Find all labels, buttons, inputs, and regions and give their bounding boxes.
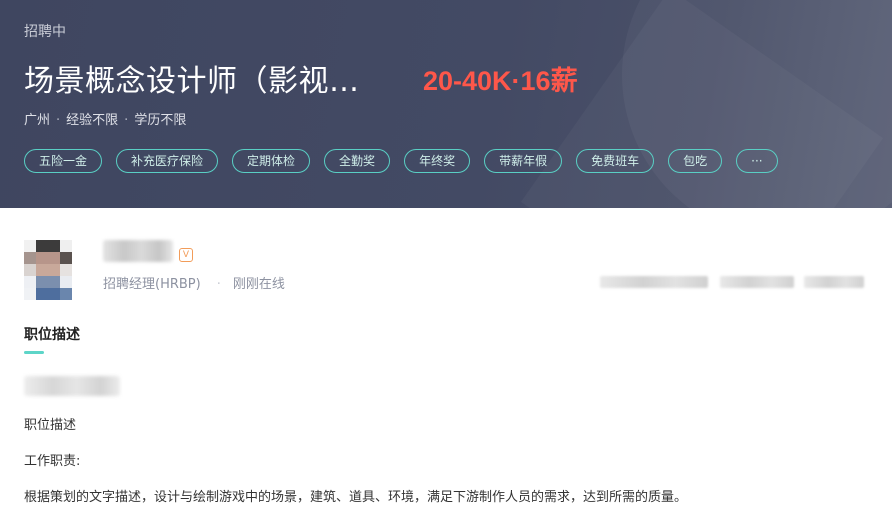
redacted-content	[24, 376, 120, 396]
duty-item: 根据策划的文字描述，设计与绘制游戏中的场景，建筑、道具、环境，满足下游制作人员的…	[24, 490, 688, 505]
description-label: 职位描述	[24, 418, 77, 433]
redacted-info	[720, 276, 794, 288]
benefit-tag: 包吃	[668, 149, 723, 173]
benefit-tag: 带薪年假	[484, 149, 563, 173]
recruiter-online-status: 刚刚在线	[232, 277, 285, 292]
benefit-tag: 免费班车	[576, 149, 655, 173]
recruiter-role: 招聘经理(HRBP)	[103, 277, 201, 292]
job-header: 招聘中 场景概念设计师（影视… 20-40K·16薪 广州 · 经验不限 · 学历不限 …	[0, 0, 892, 208]
job-salary: 20-40K·16薪	[423, 66, 578, 96]
separator-dot: ·	[216, 277, 221, 292]
redacted-info	[600, 276, 708, 288]
recruiter-avatar[interactable]	[24, 240, 72, 300]
section-heading-job-description: 职位描述	[24, 327, 80, 343]
benefit-tags: 五险一金 补充医疗保险 定期体检 全勤奖 年终奖 带薪年假 免费班车 包吃 ··…	[24, 149, 778, 173]
separator-dot: ·	[124, 113, 129, 128]
job-title: 场景概念设计师（影视…	[24, 64, 360, 99]
job-meta: 广州 · 经验不限 · 学历不限	[24, 109, 186, 128]
recruiter-name-redacted	[103, 240, 173, 262]
separator-dot: ·	[56, 113, 61, 128]
heading-accent-line	[24, 351, 44, 354]
benefit-tag: 定期体检	[232, 149, 311, 173]
benefit-tag: 五险一金	[24, 149, 103, 173]
job-location: 广州	[24, 113, 51, 128]
duties-heading: 工作职责:	[24, 454, 81, 469]
job-education: 学历不限	[134, 113, 187, 128]
verified-badge-icon: V	[179, 248, 193, 262]
benefit-tag: 全勤奖	[324, 149, 391, 173]
benefit-tag: 补充医疗保险	[116, 149, 219, 173]
recruiter-info: 招聘经理(HRBP) · 刚刚在线	[103, 273, 285, 292]
job-experience: 经验不限	[66, 113, 119, 128]
benefit-tag: 年终奖	[404, 149, 471, 173]
job-status: 招聘中	[24, 24, 66, 40]
redacted-info	[804, 276, 864, 288]
more-benefits-button[interactable]: ···	[736, 149, 778, 173]
